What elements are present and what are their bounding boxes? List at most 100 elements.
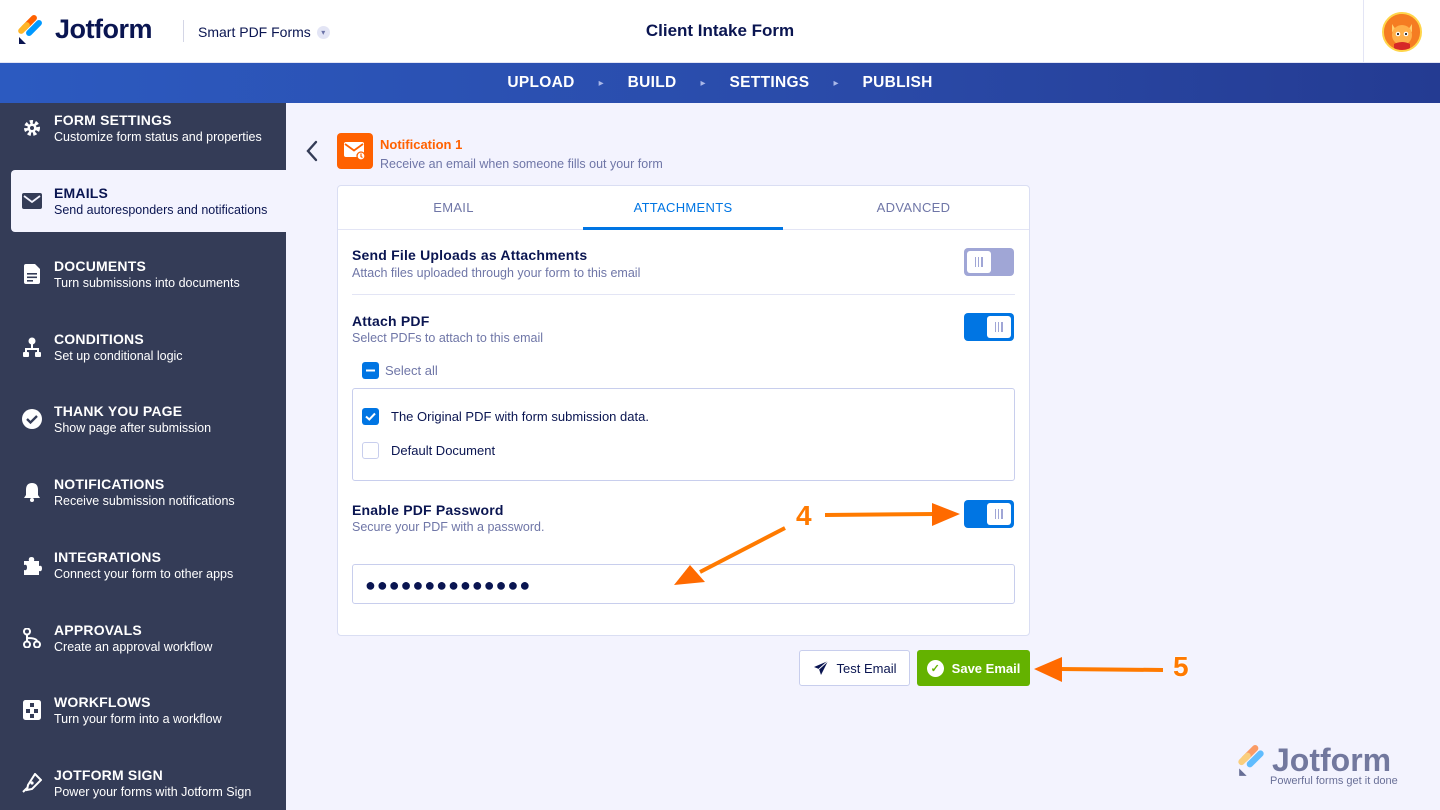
- settings-sidebar: FORM SETTINGS Customize form status and p…: [0, 103, 286, 810]
- divider: [352, 294, 1015, 295]
- sidebar-item-sub: Receive submission notifications: [54, 494, 235, 508]
- notification-settings-card: EMAIL ATTACHMENTS ADVANCED Send File Upl…: [337, 185, 1030, 636]
- puzzle-icon: [22, 555, 42, 575]
- attach-pdf-description: Select PDFs to attach to this email: [352, 331, 544, 345]
- save-email-label: Save Email: [951, 660, 1021, 676]
- attach-pdf-title: Attach PDF: [352, 313, 430, 329]
- test-email-label: Test Email: [836, 660, 897, 676]
- sidebar-item-sub: Show page after submission: [54, 421, 212, 435]
- jotform-logo-icon: [1238, 745, 1264, 776]
- document-icon: [22, 264, 42, 284]
- notification-description: Receive an email when someone fills out …: [380, 157, 663, 171]
- arrow-to-save-button: [1034, 657, 1164, 682]
- jotform-watermark: Jotform Powerful forms get it done: [1236, 742, 1416, 790]
- sidebar-item-title: EMAILS: [54, 185, 109, 201]
- toggle-knob: [987, 316, 1011, 338]
- nav-settings[interactable]: SETTINGS: [706, 74, 834, 92]
- tab-email[interactable]: EMAIL: [338, 186, 569, 230]
- jotform-logo-icon: [17, 14, 45, 45]
- tab-advanced[interactable]: ADVANCED: [798, 186, 1029, 230]
- pdf-option-checkbox[interactable]: [362, 408, 379, 425]
- pdf-password-toggle[interactable]: [964, 500, 1014, 528]
- bell-icon: [22, 482, 42, 502]
- nav-publish[interactable]: PUBLISH: [838, 74, 956, 92]
- pdf-option-label[interactable]: The Original PDF with form submission da…: [391, 409, 649, 424]
- check-circle-icon: ✓: [926, 659, 944, 677]
- sidebar-item-sub: Send autoresponders and notifications: [54, 203, 268, 217]
- sidebar-item-approvals[interactable]: APPROVALS Create an approval workflow: [0, 607, 286, 669]
- annotation-step-4: 4: [796, 500, 812, 531]
- notification-title: Notification 1: [380, 137, 463, 152]
- sidebar-item-sub: Turn your form into a workflow: [54, 712, 222, 726]
- product-switcher[interactable]: Smart PDF Forms ▾: [198, 24, 330, 40]
- conditions-icon: [22, 337, 42, 357]
- back-button[interactable]: [305, 140, 325, 164]
- sidebar-item-form-settings[interactable]: FORM SETTINGS Customize form status and p…: [0, 97, 286, 159]
- sidebar-item-title: FORM SETTINGS: [54, 112, 172, 128]
- check-icon: [365, 412, 376, 421]
- pen-icon: [22, 773, 42, 793]
- sidebar-item-integrations[interactable]: INTEGRATIONS Connect your form to other a…: [0, 534, 286, 596]
- envelope-icon: [22, 191, 42, 211]
- watermark-tagline: Powerful forms get it done: [1270, 775, 1398, 787]
- annotation-step-5: 5: [1173, 651, 1189, 682]
- uploads-setting-title: Send File Uploads as Attachments: [352, 247, 588, 263]
- pdf-list: The Original PDF with form submission da…: [352, 388, 1015, 481]
- sidebar-item-workflows[interactable]: WORKFLOWS Turn your form into a workflow: [0, 679, 286, 741]
- logo-text: Jotform: [55, 14, 153, 44]
- workflow-icon: [22, 700, 42, 720]
- sidebar-item-title: DOCUMENTS: [54, 258, 147, 274]
- select-all-checkbox[interactable]: [362, 362, 379, 379]
- sidebar-item-title: JOTFORM SIGN: [54, 767, 163, 783]
- check-circle-icon: [22, 409, 42, 429]
- paper-plane-icon: [813, 660, 828, 675]
- chevron-down-icon: ▾: [316, 25, 330, 39]
- approval-icon: [22, 628, 42, 648]
- email-notification-icon: [337, 133, 373, 169]
- sidebar-item-sub: Create an approval workflow: [54, 640, 213, 654]
- uploads-setting-description: Attach files uploaded through your form …: [352, 266, 641, 280]
- sidebar-item-documents[interactable]: DOCUMENTS Turn submissions into documents: [0, 243, 286, 305]
- divider: [1363, 0, 1364, 63]
- tab-bar: EMAIL ATTACHMENTS ADVANCED: [338, 186, 1029, 230]
- sidebar-item-sub: Customize form status and properties: [54, 130, 262, 144]
- sidebar-item-thank-you[interactable]: THANK YOU PAGE Show page after submission: [0, 388, 286, 450]
- sidebar-item-emails[interactable]: EMAILS Send autoresponders and notificati…: [11, 170, 286, 232]
- sidebar-item-title: APPROVALS: [54, 622, 142, 638]
- save-email-button[interactable]: ✓ Save Email: [917, 650, 1030, 686]
- pdf-password-description: Secure your PDF with a password.: [352, 520, 545, 534]
- sidebar-item-sub: Set up conditional logic: [54, 349, 183, 363]
- jotform-logo[interactable]: Jotform: [17, 14, 153, 45]
- sidebar-item-notifications[interactable]: NOTIFICATIONS Receive submission notifica…: [0, 461, 286, 523]
- pdf-password-title: Enable PDF Password: [352, 502, 504, 518]
- test-email-button[interactable]: Test Email: [799, 650, 910, 686]
- pdf-option-checkbox[interactable]: [362, 442, 379, 459]
- nav-build[interactable]: BUILD: [604, 74, 701, 92]
- select-all-label[interactable]: Select all: [385, 363, 438, 378]
- sidebar-item-title: WORKFLOWS: [54, 694, 151, 710]
- sidebar-item-sub: Turn submissions into documents: [54, 276, 240, 290]
- pdf-option-label[interactable]: Default Document: [391, 443, 495, 458]
- sidebar-item-jotform-sign[interactable]: JOTFORM SIGN Power your forms with Jotfor…: [0, 752, 286, 810]
- avatar[interactable]: [1382, 12, 1422, 52]
- tab-attachments[interactable]: ATTACHMENTS: [583, 186, 783, 230]
- sidebar-item-title: CONDITIONS: [54, 331, 144, 347]
- chevron-left-icon: [306, 140, 318, 162]
- nav-upload[interactable]: UPLOAD: [483, 74, 598, 92]
- sidebar-item-title: INTEGRATIONS: [54, 549, 162, 565]
- toggle-knob: [987, 503, 1011, 525]
- watermark-text: Jotform: [1272, 742, 1392, 778]
- gear-icon: [22, 118, 42, 138]
- sidebar-item-title: THANK YOU PAGE: [54, 403, 183, 419]
- sidebar-item-sub: Power your forms with Jotform Sign: [54, 785, 252, 799]
- pdf-password-input[interactable]: ●●●●●●●●●●●●●●: [352, 564, 1015, 604]
- sidebar-item-title: NOTIFICATIONS: [54, 476, 165, 492]
- sidebar-item-conditions[interactable]: CONDITIONS Set up conditional logic: [0, 316, 286, 378]
- attach-pdf-toggle[interactable]: [964, 313, 1014, 341]
- divider: [183, 20, 184, 42]
- minus-icon: [366, 369, 375, 372]
- product-label: Smart PDF Forms: [198, 24, 311, 40]
- uploads-attachment-toggle[interactable]: [964, 248, 1014, 276]
- sidebar-item-sub: Connect your form to other apps: [54, 567, 234, 581]
- toggle-knob: [967, 251, 991, 273]
